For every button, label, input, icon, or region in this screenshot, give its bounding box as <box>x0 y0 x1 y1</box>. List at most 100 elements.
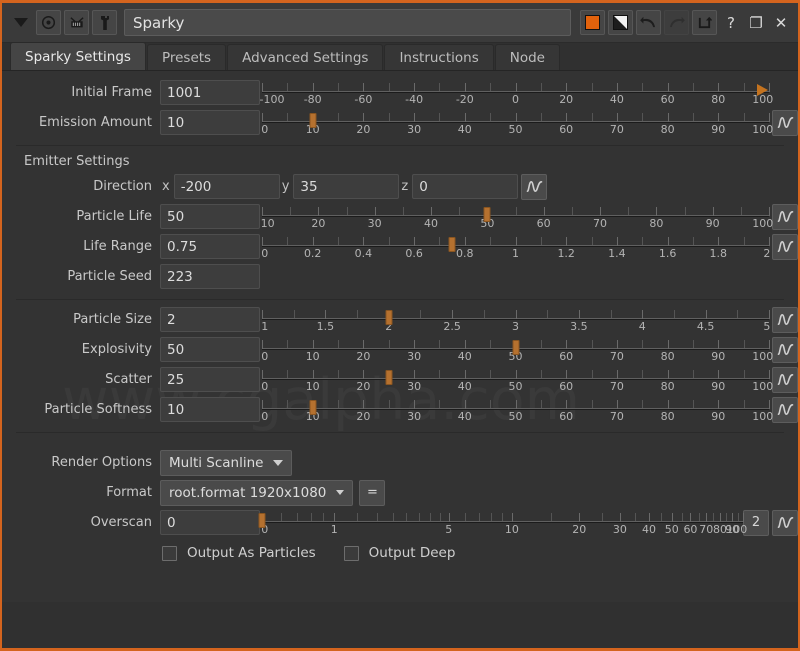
sparky-properties-window: Sparky ? ❐ ✕ Sparky SettingsPresets <box>0 0 800 651</box>
animation-curve-icon <box>777 372 794 387</box>
slider-particle-softness-handle[interactable] <box>309 400 316 415</box>
revert-button[interactable] <box>692 10 717 35</box>
slider-particle-life-handle[interactable] <box>484 207 491 222</box>
mask-toggle-button[interactable] <box>608 10 633 35</box>
float-window-button[interactable]: ❐ <box>745 11 767 35</box>
input-particle-softness[interactable]: 10 <box>160 397 260 422</box>
slider-particle-softness-tick-labels: 0102030405060708090100 <box>262 410 769 423</box>
tab-advanced-settings[interactable]: Advanced Settings <box>227 44 383 70</box>
slider-overscan-tick-labels: 015102030405060708090100 <box>262 523 743 536</box>
tab-instructions[interactable]: Instructions <box>384 44 493 70</box>
anim-curve-scatter[interactable] <box>772 367 798 393</box>
input-initial-frame[interactable]: 1001 <box>160 80 260 105</box>
input-life-range[interactable]: 0.75 <box>160 234 260 259</box>
row-emission-amount: Emission Amount100102030405060708090100 <box>2 109 798 136</box>
dropdown-format[interactable]: root.format 1920x1080 <box>160 480 353 506</box>
input-explosivity[interactable]: 50 <box>160 337 260 362</box>
slider-scatter[interactable]: 0102030405060708090100 <box>262 366 769 393</box>
row-particle-life: Particle Life50102030405060708090100 <box>2 203 798 230</box>
node-name-input[interactable]: Sparky <box>124 9 571 36</box>
mask-toggle-icon <box>613 15 628 30</box>
tab-node[interactable]: Node <box>495 44 560 70</box>
slider-explosivity[interactable]: 0102030405060708090100 <box>262 336 769 363</box>
row-overscan: Overscan00151020304050607080901002 <box>2 509 798 536</box>
animation-curve-icon <box>777 342 794 357</box>
slider-life-range[interactable]: 00.20.40.60.811.21.41.61.82 <box>262 233 769 260</box>
slider-life-range-handle[interactable] <box>449 237 456 252</box>
label-initial-frame: Initial Frame <box>2 85 160 100</box>
slider-particle-softness[interactable]: 0102030405060708090100 <box>262 396 769 423</box>
divider-1 <box>16 145 784 146</box>
animation-curve-icon <box>777 312 794 327</box>
anim-curve-particle-softness[interactable] <box>772 397 798 423</box>
color-swatch-button[interactable] <box>580 10 605 35</box>
title-bar: Sparky ? ❐ ✕ <box>2 3 798 43</box>
divider-3 <box>16 432 784 433</box>
tab-presets[interactable]: Presets <box>147 44 226 70</box>
format-equals-button[interactable]: = <box>359 480 385 506</box>
input-particle-life[interactable]: 50 <box>160 204 260 229</box>
axis-label-z: z <box>399 179 412 194</box>
broadcast-icon[interactable] <box>64 10 89 35</box>
checkbox-output-deep[interactable] <box>344 546 359 561</box>
animation-curve-icon <box>526 179 543 194</box>
slider-particle-life[interactable]: 102030405060708090100 <box>262 203 769 230</box>
anim-curve-direction[interactable] <box>521 174 547 200</box>
anim-curve-particle-size[interactable] <box>772 307 798 333</box>
axis-label-y: y <box>280 179 294 194</box>
help-button[interactable]: ? <box>720 11 742 35</box>
close-button[interactable]: ✕ <box>770 11 792 35</box>
animation-curve-icon <box>777 239 794 254</box>
input-scatter[interactable]: 25 <box>160 367 260 392</box>
wrench-icon-glyph <box>98 15 112 31</box>
slider-particle-size-tick-labels: 11.522.533.544.55 <box>262 320 769 333</box>
slider-emission-amount-handle[interactable] <box>309 113 316 128</box>
label-overscan: Overscan <box>2 515 160 530</box>
tab-sparky-settings[interactable]: Sparky Settings <box>10 42 146 70</box>
target-icon[interactable] <box>36 10 61 35</box>
menu-caret-icon[interactable] <box>8 10 33 35</box>
tab-bar: Sparky SettingsPresetsAdvanced SettingsI… <box>2 43 798 71</box>
anim-curve-explosivity[interactable] <box>772 337 798 363</box>
input-particle-seed[interactable]: 223 <box>160 264 260 289</box>
slider-scatter-handle[interactable] <box>385 370 392 385</box>
undo-button[interactable] <box>636 10 661 35</box>
row-direction: Directionx-200y35z0 <box>2 173 798 200</box>
slider-initial-frame-ticks <box>262 83 769 91</box>
animation-curve-icon <box>777 515 794 530</box>
label-format: Format <box>2 485 160 500</box>
input-emission-amount[interactable]: 10 <box>160 110 260 135</box>
slider-overscan-handle[interactable] <box>259 513 266 528</box>
wrench-icon[interactable] <box>92 10 117 35</box>
dropdown-render-options[interactable]: Multi Scanline <box>160 450 292 476</box>
input-direction-z[interactable]: 0 <box>412 174 518 199</box>
axis-label-x: x <box>160 179 174 194</box>
slider-emission-amount-tick-labels: 0102030405060708090100 <box>262 123 769 136</box>
anim-curve-emission-amount[interactable] <box>772 110 798 136</box>
slider-scatter-tick-labels: 0102030405060708090100 <box>262 380 769 393</box>
slider-initial-frame-end-marker[interactable] <box>757 84 768 96</box>
slider-emission-amount[interactable]: 0102030405060708090100 <box>262 109 769 136</box>
slider-life-range-ticks <box>262 237 769 245</box>
label-particle-softness: Particle Softness <box>2 402 160 417</box>
checkbox-label-output-as-particles: Output As Particles <box>187 545 316 561</box>
checkbox-output-as-particles[interactable] <box>162 546 177 561</box>
anim-curve-overscan[interactable] <box>772 510 798 536</box>
slider-overscan[interactable]: 015102030405060708090100 <box>262 509 743 536</box>
anim-curve-life-range[interactable] <box>772 234 798 260</box>
slider-particle-size-handle[interactable] <box>385 310 392 325</box>
input-direction-x[interactable]: -200 <box>174 174 280 199</box>
input-direction-y[interactable]: 35 <box>293 174 399 199</box>
slider-particle-softness-ticks <box>262 400 769 408</box>
row-particle-softness: Particle Softness10010203040506070809010… <box>2 396 798 423</box>
anim-curve-particle-life[interactable] <box>772 204 798 230</box>
input-overscan[interactable]: 0 <box>160 510 260 535</box>
slider-particle-size[interactable]: 11.522.533.544.55 <box>262 306 769 333</box>
chevron-down-icon <box>273 460 283 466</box>
dropdown-format-value: root.format 1920x1080 <box>169 485 326 501</box>
slider-explosivity-handle[interactable] <box>512 340 519 355</box>
input-particle-size[interactable]: 2 <box>160 307 260 332</box>
properties-panel: www.cgalpha.com Initial Frame1001-100-80… <box>2 71 798 602</box>
slider-initial-frame[interactable]: -100-80-60-40-20020406080100 <box>262 79 769 106</box>
animation-curve-icon <box>777 402 794 417</box>
